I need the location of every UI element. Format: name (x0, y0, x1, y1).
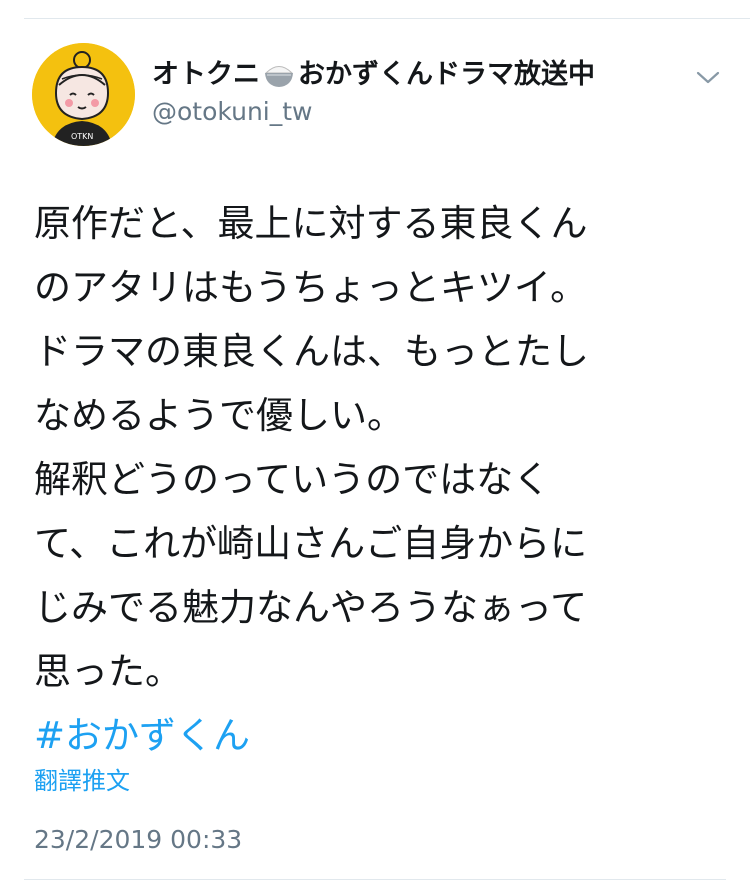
tweet-text: 原作だと、最上に対する東良くん のアタリはもうちょっとキツイ。 ドラマの東良くん… (34, 192, 724, 768)
rice-bowl-icon (262, 60, 296, 90)
tweet-timestamp: 23/2/2019 00:33 (34, 825, 243, 854)
tweet-line: じみでる魅力なんやろうなぁって (34, 586, 588, 629)
tweet-line: なめるようで優しい。 (34, 394, 404, 437)
tweet-line: 解釈どうのっていうのではなく (34, 458, 551, 501)
display-name-part2: おかずくんドラマ放送中 (298, 59, 595, 90)
avatar[interactable]: OTKN (32, 43, 135, 146)
more-options-button[interactable] (694, 64, 722, 92)
tweet-line: ドラマの東良くんは、もっとたし (34, 330, 589, 373)
character-avatar-icon: OTKN (32, 43, 135, 146)
tweet-line: て、これが崎山さんご自身からに (34, 522, 588, 565)
chevron-down-icon (696, 71, 720, 84)
top-divider (24, 18, 750, 19)
svg-text:OTKN: OTKN (71, 132, 93, 141)
translate-tweet-link[interactable]: 翻譯推文 (34, 764, 130, 798)
tweet-line: 思った。 (34, 650, 182, 693)
author-handle[interactable]: @otokuni_tw (152, 96, 313, 128)
display-name-part1: オトクニ (152, 59, 260, 90)
hashtag-link[interactable]: #おかずくん (34, 714, 250, 757)
author-display-name[interactable]: オトクニ おかずくんドラマ放送中 (152, 56, 595, 94)
tweet-line: 原作だと、最上に対する東良くん (34, 202, 588, 245)
tweet-line: のアタリはもうちょっとキツイ。 (34, 266, 588, 309)
bottom-divider (24, 879, 726, 880)
